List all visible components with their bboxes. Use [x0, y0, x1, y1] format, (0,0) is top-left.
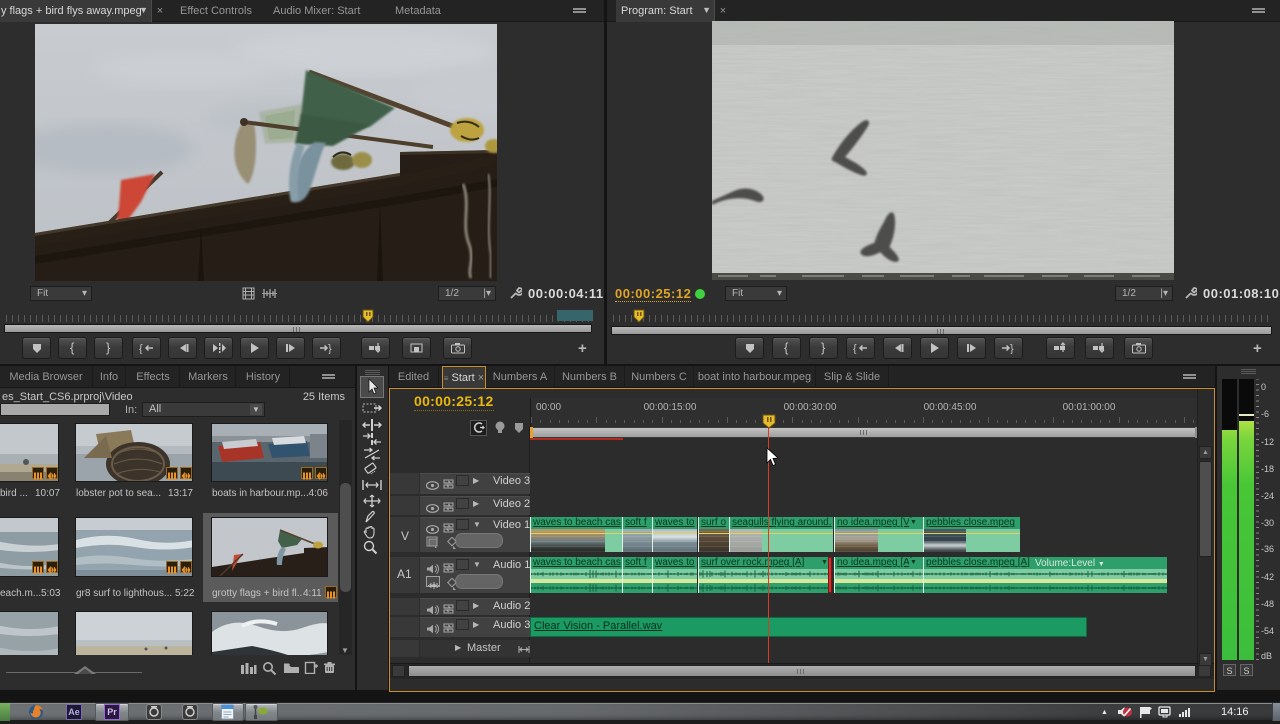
svg-text:}: } — [821, 341, 826, 355]
svg-text:{: { — [784, 341, 789, 355]
svg-text:}: } — [1010, 343, 1014, 354]
svg-text:}: } — [106, 341, 111, 355]
svg-text:{: { — [70, 341, 75, 355]
svg-text:}: } — [328, 343, 332, 354]
svg-text:{: { — [139, 343, 143, 354]
svg-text:{: { — [853, 343, 857, 354]
